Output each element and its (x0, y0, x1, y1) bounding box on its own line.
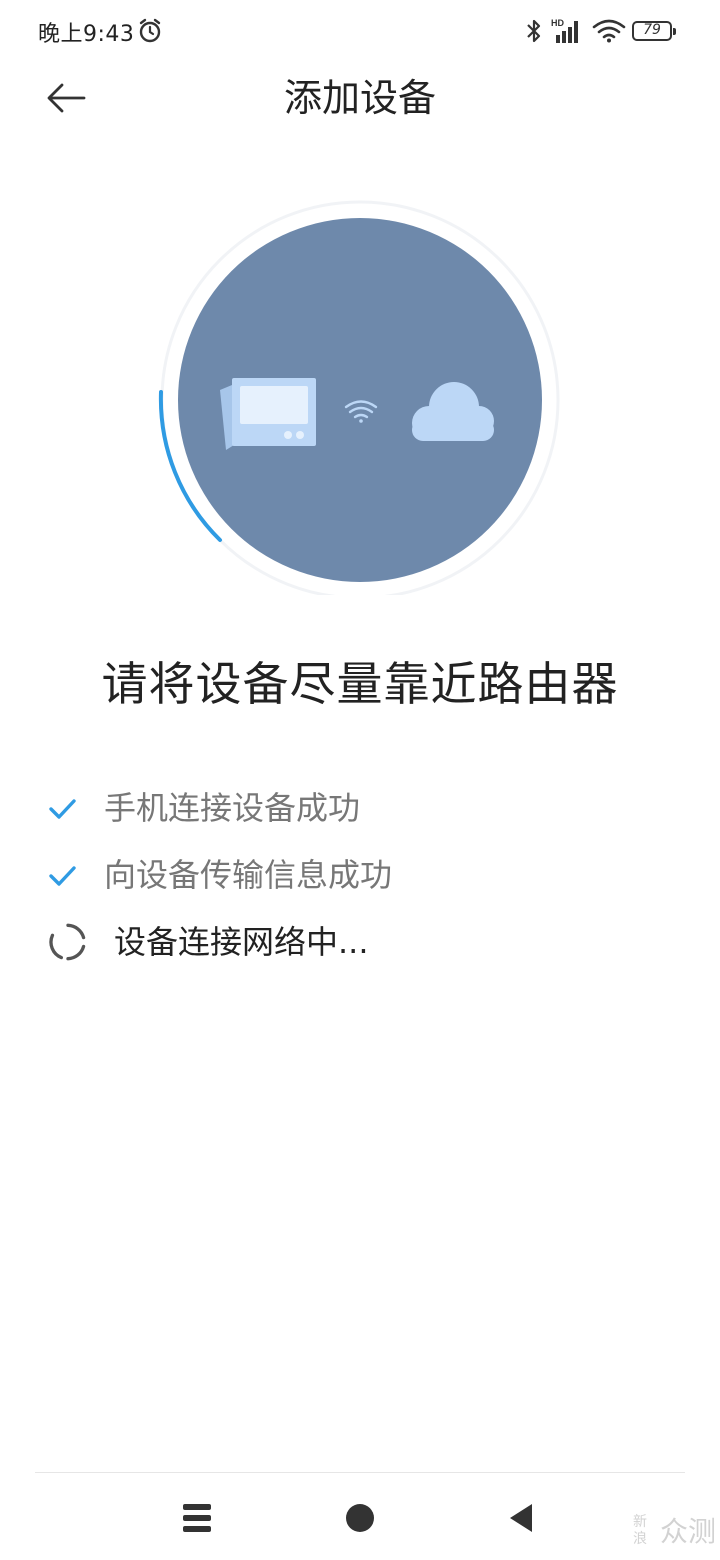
network-type-label: HD (551, 18, 564, 28)
step-label: 向设备传输信息成功 (104, 856, 393, 894)
status-time: 晚上9:43 (38, 22, 135, 47)
step-item: 手机连接设备成功 (44, 783, 684, 833)
battery-icon: 79 (632, 21, 676, 41)
menu-button[interactable] (175, 1496, 219, 1540)
home-button[interactable] (338, 1496, 382, 1540)
battery-level: 79 (643, 22, 661, 38)
cellular-signal-icon: HD (551, 18, 578, 43)
device-tablet-icon (220, 378, 316, 450)
step-label: 设备连接网络中... (114, 923, 369, 961)
step-item: 设备连接网络中... (44, 917, 684, 967)
check-icon (49, 866, 76, 886)
nav-divider (35, 1472, 685, 1473)
nav-back-button[interactable] (500, 1496, 544, 1540)
menu-icon (183, 1504, 211, 1532)
main-message: 请将设备尽量靠近路由器 (101, 657, 619, 711)
watermark-text: 众测 (660, 1515, 717, 1548)
step-label: 手机连接设备成功 (104, 789, 361, 827)
connection-illustration (158, 200, 560, 595)
watermark: 新浪 众测 (628, 1512, 716, 1552)
bluetooth-icon (527, 19, 541, 43)
back-triangle-icon (510, 1504, 532, 1532)
alarm-icon (139, 18, 161, 43)
home-icon (346, 1504, 374, 1532)
watermark-mark: 新浪 (633, 1514, 647, 1547)
step-item: 向设备传输信息成功 (44, 850, 684, 900)
wifi-icon (592, 19, 626, 43)
loading-spinner-icon (49, 923, 86, 961)
page-title: 添加设备 (283, 76, 436, 120)
status-bar: 晚上9:43 HD 79 (0, 0, 720, 62)
check-icon (49, 799, 76, 819)
